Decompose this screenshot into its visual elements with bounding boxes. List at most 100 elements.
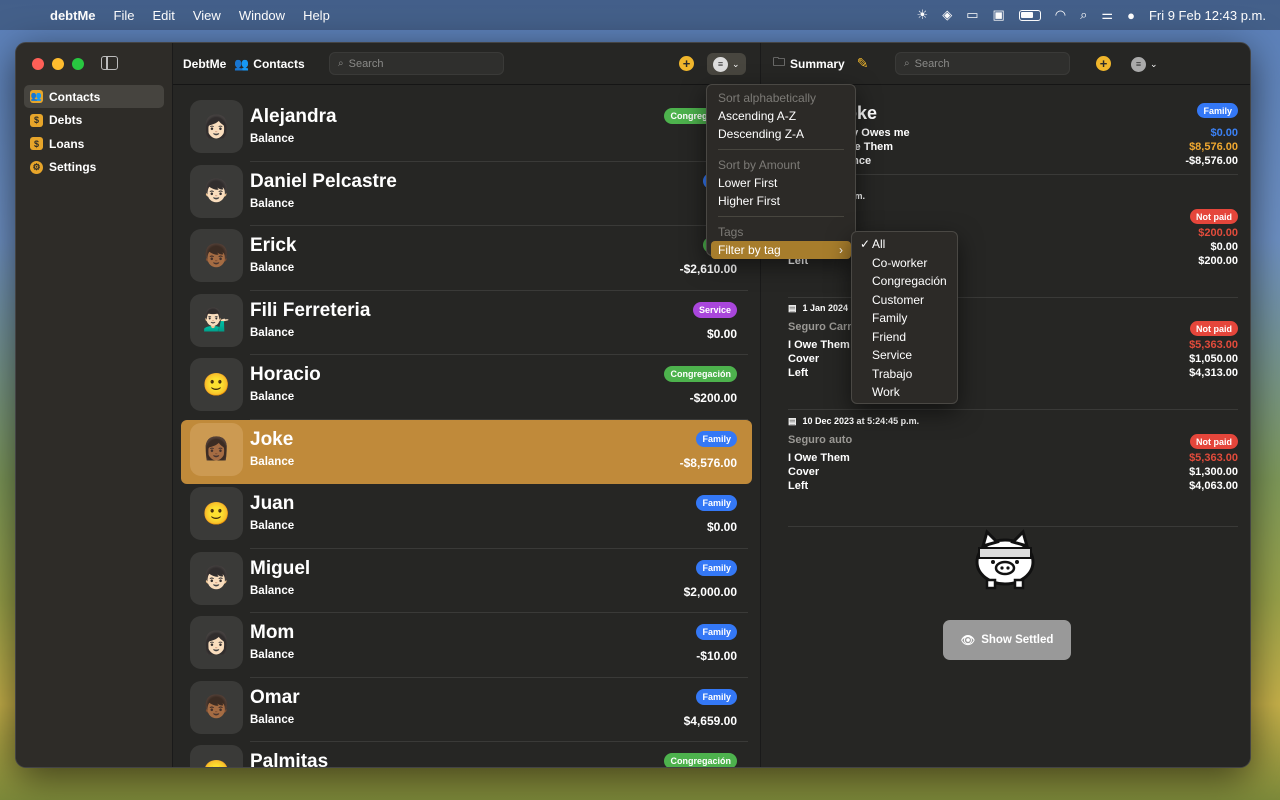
- contact-row[interactable]: 👩🏻 Alejandra Balance Congregación $: [181, 97, 752, 162]
- balance-label: Balance: [250, 197, 295, 210]
- debt-line-value: $200.00: [1198, 227, 1238, 239]
- display-icon[interactable]: ▭: [966, 7, 978, 23]
- tag-filter-item[interactable]: Family: [852, 309, 957, 328]
- sidebar-toggle-icon[interactable]: [101, 56, 118, 70]
- contact-row[interactable]: 💁🏻‍♂️ Fili Ferreteria Balance Service $0…: [181, 291, 752, 355]
- tag-filter-item[interactable]: Service: [852, 346, 957, 365]
- menu-help[interactable]: Help: [303, 8, 330, 23]
- detail-filter-button[interactable]: ≡ ⌄: [1125, 53, 1164, 75]
- sidebar-item-loans[interactable]: $ Loans: [24, 132, 164, 155]
- avatar: 👦🏻: [190, 164, 243, 218]
- contact-row[interactable]: 🙂 Horacio Balance Congregación -$200.00: [181, 355, 752, 420]
- contact-name: Juan: [250, 493, 295, 514]
- summary-value: -$8,576.00: [1185, 155, 1238, 167]
- sort-lower-first-item[interactable]: Lower First: [707, 174, 855, 192]
- contact-row[interactable]: 👦🏻 Daniel Pelcastre Balance $3,00: [181, 162, 752, 226]
- menu-file[interactable]: File: [114, 8, 135, 23]
- siri-icon[interactable]: ●: [1127, 8, 1135, 23]
- brightness-icon[interactable]: ☀: [917, 7, 929, 23]
- contact-name: Mom: [250, 622, 295, 643]
- menu-view[interactable]: View: [193, 8, 221, 23]
- avatar: 🙂: [190, 745, 243, 767]
- menu-app-name[interactable]: debtMe: [50, 8, 96, 23]
- zoom-window-button[interactable]: [72, 58, 84, 70]
- menubar-clock[interactable]: Fri 9 Feb 12:43 p.m.: [1149, 8, 1266, 23]
- debt-line-value: $0.00: [1210, 241, 1238, 253]
- sidebar-item-contacts[interactable]: 👥 Contacts: [24, 85, 164, 108]
- tag-filter-item[interactable]: Trabajo: [852, 365, 957, 384]
- tag-filter-label: All: [872, 237, 886, 251]
- battery-icon[interactable]: [1018, 9, 1041, 21]
- wifi-icon[interactable]: ◠: [1055, 7, 1066, 23]
- sidebar-item-debts[interactable]: $ Debts: [24, 109, 164, 132]
- add-contact-button[interactable]: +: [679, 56, 694, 71]
- tag-filter-label: Work: [872, 385, 900, 399]
- debt-date: ▤ 10 Dec 2023 at 5:24:45 p.m.: [788, 414, 1238, 428]
- show-settled-button[interactable]: 👁 Show Settled: [943, 620, 1071, 660]
- balance-amount: -$200.00: [689, 391, 737, 405]
- piggy-bank-icon: [975, 529, 1035, 590]
- contacts-status-icon[interactable]: ▣: [993, 7, 1005, 23]
- close-window-button[interactable]: [32, 58, 44, 70]
- sidebar-item-settings[interactable]: ⚙ Settings: [24, 156, 164, 179]
- sidebar-item-label: Contacts: [49, 89, 101, 104]
- tag-filter-item[interactable]: Customer: [852, 291, 957, 310]
- debt-line-value: $5,363.00: [1189, 452, 1238, 464]
- contacts-search-input[interactable]: ⌕ Search: [329, 52, 504, 75]
- debt-card[interactable]: ▤ 10 Dec 2023 at 5:24:45 p.m. Seguro aut…: [788, 414, 1238, 527]
- search-icon: ⌕: [338, 58, 344, 69]
- filter-by-tag-item[interactable]: Filter by tag ›: [711, 241, 851, 259]
- spotlight-icon[interactable]: ⌕: [1080, 7, 1087, 23]
- contact-row[interactable]: 👩🏻 Mom Balance Family -$10.00: [181, 613, 752, 678]
- contact-row[interactable]: 🙂 Palmitas Balance Congregación: [181, 742, 752, 767]
- sort-filter-button[interactable]: ≡ ⌄: [707, 53, 746, 75]
- chevron-down-icon: ⌄: [732, 58, 740, 69]
- debt-line-label: Left: [788, 480, 809, 492]
- tag-filter-item[interactable]: ✓ All: [852, 235, 957, 254]
- compose-icon[interactable]: ✎: [857, 55, 869, 72]
- contact-row[interactable]: 👦🏾 Omar Balance Family $4,659.00: [181, 678, 752, 742]
- detail-search-input[interactable]: ⌕ Search: [895, 52, 1070, 75]
- sidebar-nav: 👥 Contacts $ Debts $ Loans ⚙ Settings: [24, 85, 164, 179]
- tag-filter-label: Trabajo: [872, 366, 913, 381]
- debt-line-value: $1,050.00: [1189, 353, 1238, 365]
- debt-line-label: Cover: [788, 466, 820, 478]
- debt-title: Seguro auto: [788, 434, 853, 446]
- contact-row[interactable]: 🙂 Juan Balance Family $0.00: [181, 484, 752, 549]
- control-center-icon[interactable]: ⚌: [1101, 7, 1113, 23]
- sort-descending-item[interactable]: Descending Z-A: [707, 125, 855, 143]
- chevron-right-icon: ›: [839, 243, 843, 257]
- contact-tag-badge: Service: [692, 301, 737, 318]
- sort-amount-header: Sort by Amount: [718, 158, 801, 172]
- tag-filter-item[interactable]: Friend: [852, 328, 957, 347]
- sort-higher-first-item[interactable]: Higher First: [707, 192, 855, 210]
- contact-row[interactable]: 👦🏾 Erick Balance -$2,610.00: [181, 226, 752, 291]
- sidebar-item-label: Loans: [49, 136, 85, 151]
- tag-filter-item[interactable]: Co-worker: [852, 254, 957, 273]
- summary-value: $0.00: [1210, 127, 1238, 139]
- debt-line-value: $4,313.00: [1189, 367, 1238, 379]
- menu-window[interactable]: Window: [239, 8, 285, 23]
- tag-filter-label: Co-worker: [872, 255, 928, 270]
- tag-filter-label: Service: [872, 348, 913, 362]
- minimize-window-button[interactable]: [52, 58, 64, 70]
- contact-name: Erick: [250, 235, 297, 256]
- summary-label[interactable]: Summary: [790, 57, 845, 71]
- debt-date-label: 1 Jan 2024: [802, 303, 849, 313]
- sidebar-item-label: Debts: [49, 113, 83, 127]
- contact-row[interactable]: 👩🏾 Joke Balance Family -$8,576.00: [181, 419, 752, 484]
- tag-filter-item[interactable]: Work: [852, 383, 957, 402]
- add-debt-button[interactable]: +: [1096, 56, 1111, 71]
- debt-lines: I Owe Them $5,363.00 Cover $1,300.00 Left $4,…: [788, 452, 1238, 494]
- balance-label: Balance: [250, 326, 295, 339]
- list-title: 👥 Contacts: [234, 57, 304, 71]
- chevron-down-icon: ⌄: [1150, 58, 1158, 69]
- list-toolbar: DebtMe 👥 Contacts ⌕ Search + ≡ ⌄: [173, 43, 760, 85]
- balance-label: Balance: [250, 455, 295, 468]
- contact-row[interactable]: 👦🏻 Miguel Balance Family $2,000.00: [181, 549, 752, 613]
- layers-icon[interactable]: ◈: [942, 7, 952, 23]
- menu-edit[interactable]: Edit: [152, 8, 174, 23]
- sort-ascending-item[interactable]: Ascending A-Z: [707, 107, 855, 125]
- app-title: DebtMe: [183, 56, 227, 71]
- tag-filter-item[interactable]: Congregación: [852, 272, 957, 291]
